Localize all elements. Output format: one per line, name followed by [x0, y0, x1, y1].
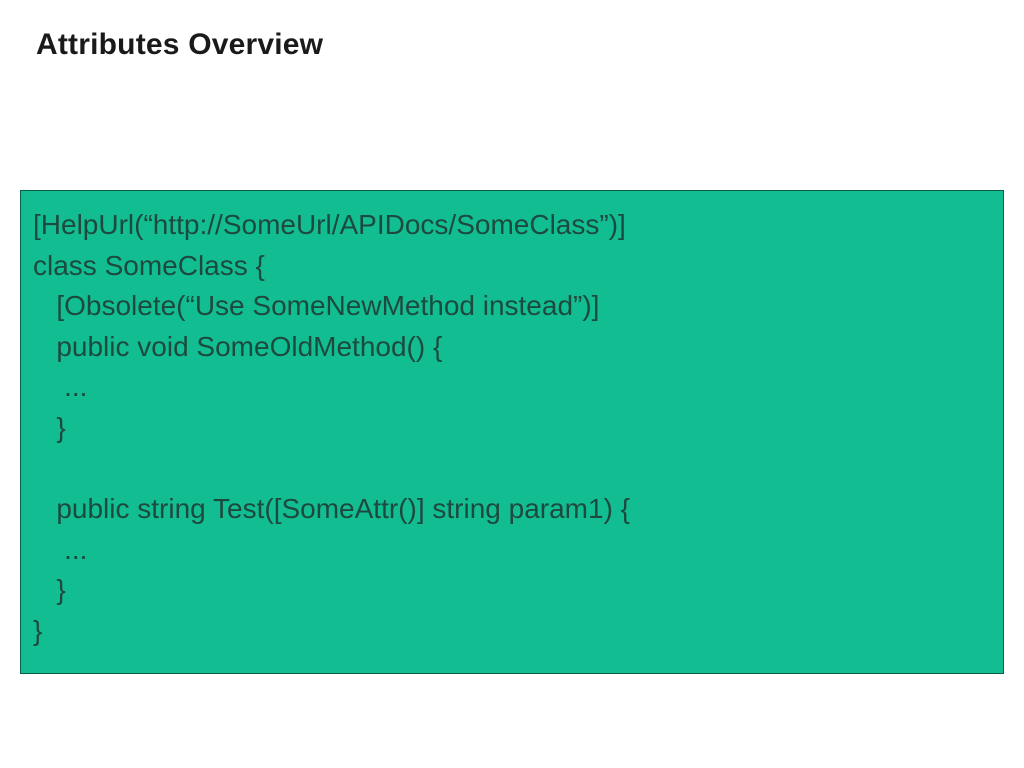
code-line: class SomeClass {: [33, 250, 265, 281]
slide-title: Attributes Overview: [36, 28, 323, 62]
slide: Attributes Overview [HelpUrl(“http://Som…: [0, 0, 1024, 768]
code-line: ...: [33, 371, 87, 402]
code-line: }: [33, 615, 42, 646]
code-line: }: [33, 412, 66, 443]
code-line: [Obsolete(“Use SomeNewMethod instead”)]: [33, 290, 599, 321]
code-line: public string Test([SomeAttr()] string p…: [33, 493, 630, 524]
code-line: }: [33, 574, 66, 605]
code-line: ...: [33, 534, 87, 565]
code-line: public void SomeOldMethod() {: [33, 331, 442, 362]
code-block: [HelpUrl(“http://SomeUrl/APIDocs/SomeCla…: [20, 190, 1004, 674]
code-line: [HelpUrl(“http://SomeUrl/APIDocs/SomeCla…: [33, 209, 626, 240]
